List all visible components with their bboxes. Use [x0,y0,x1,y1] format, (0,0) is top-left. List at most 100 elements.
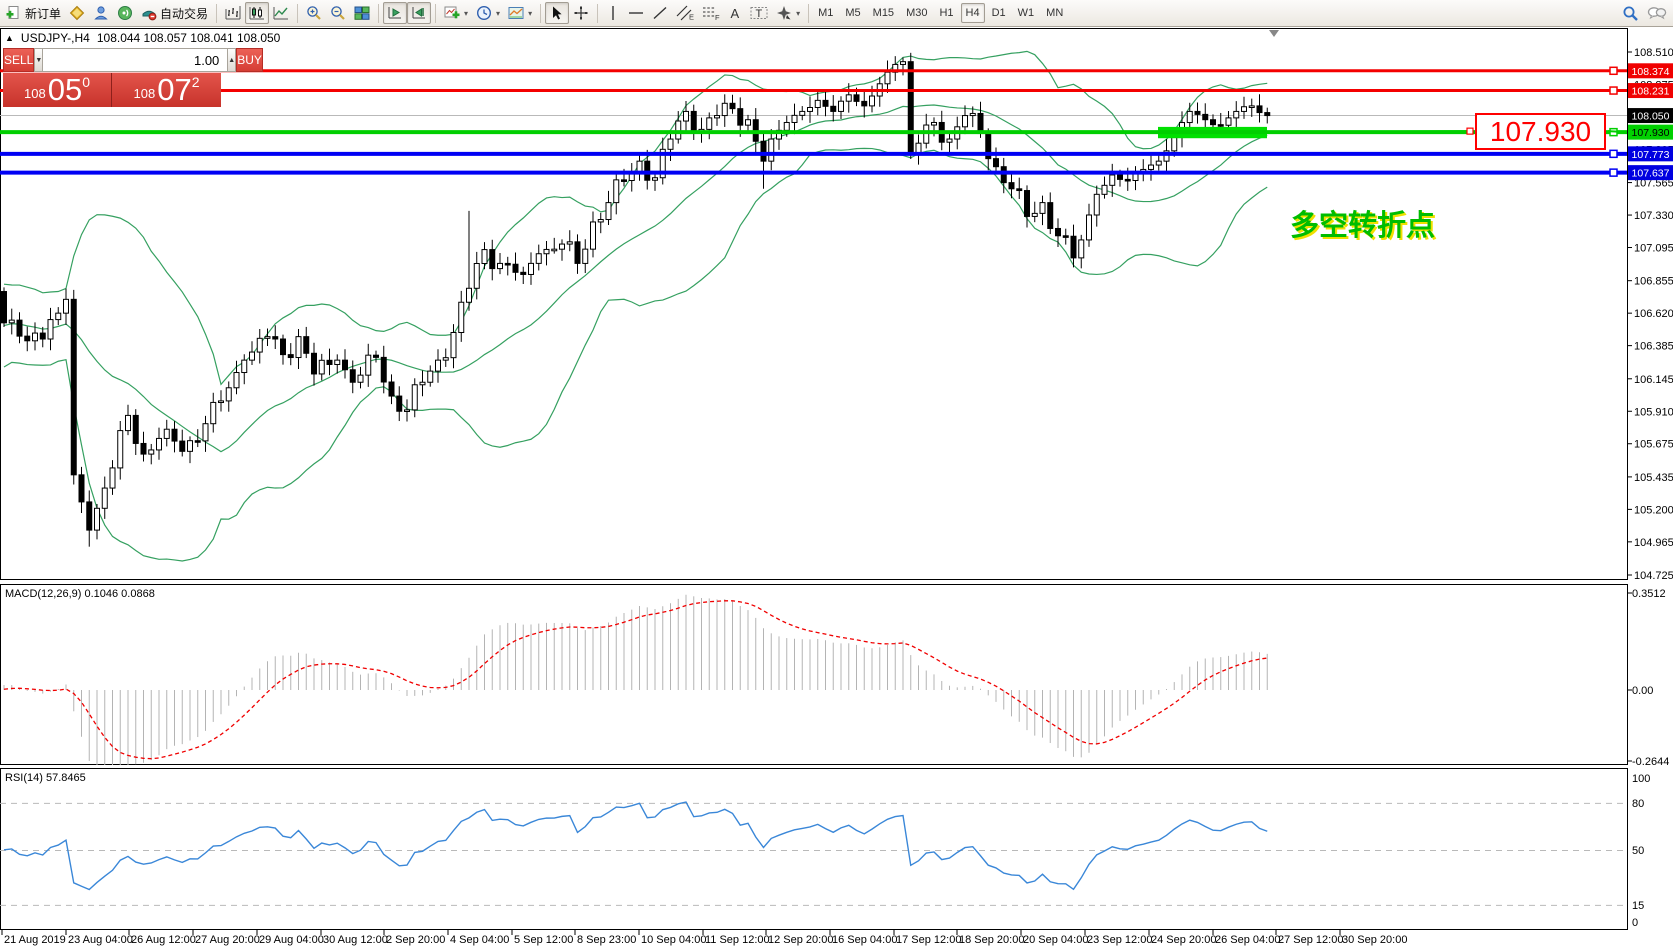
toolbar-separator [540,3,542,23]
time-tick: 23 Sep 12:00 [1087,934,1152,946]
volume-increase-button[interactable]: ▲ [227,48,237,72]
crosshair-icon [574,6,588,20]
periods-button[interactable]: ▾ [472,2,504,24]
price-tick: 105.200 [1634,504,1673,516]
volume-decrease-button[interactable]: ▼ [34,48,44,72]
trendline-button[interactable] [648,2,672,24]
chart-area[interactable]: 108.510108.275108.040107.805107.565107.3… [0,27,1673,950]
svg-text:108.374: 108.374 [1632,66,1670,78]
trendline-icon [653,6,667,20]
price-tick: 108.510 [1634,47,1673,59]
timeframe-m1[interactable]: M1 [813,3,838,23]
cursor-button[interactable] [545,2,570,24]
clock-icon [477,5,492,21]
new-order-button[interactable]: 新订单 [2,2,65,24]
arrow-objects-button[interactable]: ▾ [772,2,804,24]
signal-icon [118,6,133,20]
svg-text:108.050: 108.050 [1632,111,1670,123]
horizontal-line-button[interactable] [624,2,648,24]
gem-icon [69,5,85,21]
time-tick: 10 Sep 04:00 [641,934,706,946]
timeframe-group: M1 M5 M15 M30 H1 H4 D1 W1 MN [813,3,1068,23]
svg-text:15: 15 [1632,900,1644,912]
buy-price[interactable]: 108 07 2 [112,73,221,107]
svg-text:108.231: 108.231 [1632,86,1670,98]
vertical-line-icon [612,6,614,20]
tile-windows-button[interactable] [350,2,374,24]
svg-text:0.3512: 0.3512 [1632,588,1666,600]
chart-shift-icon [412,7,426,19]
community-chat-button[interactable] [1643,2,1671,24]
price-tick: 107.330 [1634,210,1673,222]
time-tick: 27 Aug 20:00 [195,934,260,946]
crosshair-button[interactable] [569,2,593,24]
auto-scroll-button[interactable] [383,2,408,24]
time-tick: 27 Sep 12:00 [1278,934,1343,946]
svg-text:107.773: 107.773 [1632,149,1670,161]
arrow-objects-icon [777,6,792,20]
time-tick: 30 Aug 12:00 [323,934,388,946]
text-label-button[interactable]: T [746,2,772,24]
price-callout-label: 107.930 [1475,113,1606,150]
vertical-line-button[interactable] [602,2,624,24]
time-tick: 8 Sep 23:00 [577,934,636,946]
timeframe-m15[interactable]: M15 [868,3,899,23]
timeframe-h4[interactable]: H4 [960,3,985,23]
chart-shift-button[interactable] [407,2,432,24]
bar-chart-icon [225,6,241,20]
time-tick: 29 Aug 04:00 [259,934,324,946]
timeframe-d1[interactable]: D1 [987,3,1011,23]
timeframe-h1[interactable]: H1 [934,3,958,23]
volume-input[interactable] [43,48,228,72]
zoom-out-button[interactable] [326,2,350,24]
time-tick: 11 Sep 12:00 [705,934,770,946]
fibonacci-icon: F [703,7,720,21]
community-button[interactable] [89,2,113,24]
time-tick: 21 Aug 2019 [4,934,66,946]
buy-button[interactable]: BUY [236,48,263,72]
chart-canvas[interactable]: 108.510108.275108.040107.805107.565107.3… [0,27,1673,950]
candlestick-chart-icon [249,7,265,20]
svg-text:T: T [756,8,763,20]
new-order-icon [6,6,19,19]
sell-price-prefix: 108 [24,86,46,101]
candlestick-chart-button[interactable] [245,2,270,24]
tile-windows-icon [354,6,370,20]
timeframe-m5[interactable]: M5 [840,3,865,23]
fibonacci-button[interactable]: F [698,2,724,24]
time-tick: 4 Sep 04:00 [450,934,509,946]
time-tick: 18 Sep 20:00 [959,934,1024,946]
signals-button[interactable] [113,2,137,24]
search-button[interactable] [1618,2,1643,24]
indicators-button[interactable]: ▾ [440,2,472,24]
time-tick: 17 Sep 12:00 [896,934,961,946]
profiles-button[interactable] [65,2,89,24]
svg-text:107.930: 107.930 [1632,127,1670,139]
time-tick: 26 Sep 04:00 [1215,934,1280,946]
sell-price[interactable]: 108 05 0 [3,73,112,107]
one-click-trading-panel: SELL ▼ ▲ BUY 108 05 0 108 07 2 [3,48,263,107]
auto-trading-button[interactable]: 自动交易 [137,2,212,24]
sell-button[interactable]: SELL [3,48,35,72]
svg-text:A: A [731,6,740,21]
bar-chart-button[interactable] [221,2,245,24]
equidistant-channel-button[interactable]: E [672,2,698,24]
collapse-triangle-icon[interactable]: ▲ [5,33,14,43]
timeframe-m30[interactable]: M30 [901,3,932,23]
templates-button[interactable]: ▾ [504,2,536,24]
time-tick: 23 Aug 04:00 [68,934,133,946]
price-tick: 105.435 [1634,472,1673,484]
toolbar-separator [808,3,810,23]
timeframe-mn[interactable]: MN [1041,3,1068,23]
line-chart-button[interactable] [269,2,293,24]
text-button[interactable]: A [724,2,746,24]
zoom-in-button[interactable] [302,2,326,24]
price-tick: 106.385 [1634,341,1673,353]
time-tick: 20 Sep 04:00 [1023,934,1088,946]
toolbar-separator [435,3,437,23]
buy-price-prefix: 108 [133,86,156,101]
text-icon: A [731,6,740,21]
timeframe-w1[interactable]: W1 [1013,3,1040,23]
svg-text:-0.2644: -0.2644 [1632,756,1669,768]
quote-panel[interactable]: 108 05 0 108 07 2 [3,73,221,107]
